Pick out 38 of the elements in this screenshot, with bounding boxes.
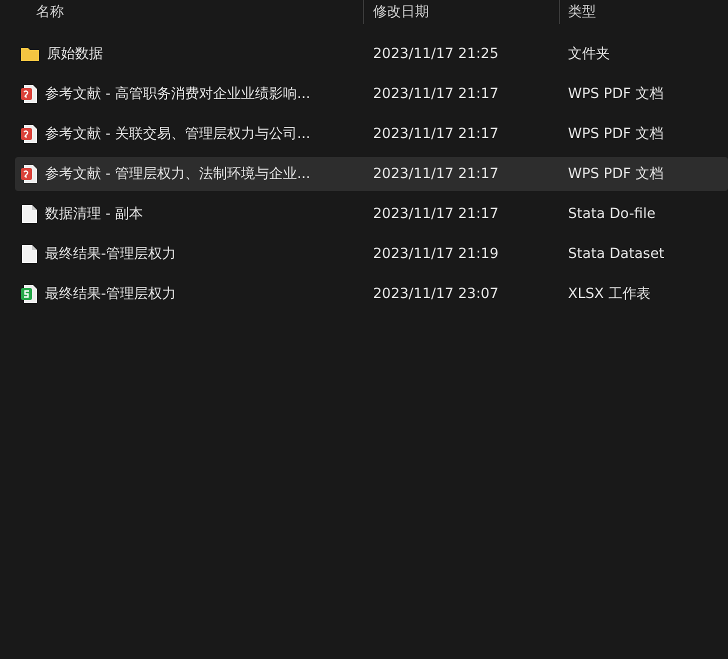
file-name: 数据清理 - 副本 <box>45 204 143 224</box>
modified-date: 2023/11/17 21:17 <box>372 84 500 104</box>
file-type: WPS PDF 文档 <box>567 124 664 144</box>
column-header[interactable]: 类型 <box>568 2 596 22</box>
file-row[interactable]: 最终结果-管理层权力 2023/11/17 21:19 Stata Dataset <box>15 237 728 271</box>
file-name: 参考文献 - 管理层权力、法制环境与企业... <box>45 164 310 184</box>
file-type: WPS PDF 文档 <box>567 84 664 104</box>
file-row[interactable]: 原始数据 2023/11/17 21:25 文件夹 <box>15 37 728 71</box>
file-type: Stata Do-file <box>567 204 656 224</box>
column-header[interactable]: 修改日期 <box>373 2 429 22</box>
file-type: WPS PDF 文档 <box>567 164 664 184</box>
modified-date: 2023/11/17 23:07 <box>372 284 500 304</box>
column-header[interactable]: 名称 <box>36 2 64 22</box>
file-name: 参考文献 - 关联交易、管理层权力与公司... <box>45 124 310 144</box>
spreadsheet-file-icon <box>20 284 38 304</box>
modified-date: 2023/11/17 21:25 <box>372 44 500 64</box>
modified-date: 2023/11/17 21:17 <box>372 204 500 224</box>
modified-date: 2023/11/17 21:17 <box>372 124 500 144</box>
pdf-file-icon <box>20 164 38 184</box>
modified-date: 2023/11/17 21:19 <box>372 244 500 264</box>
file-type: Stata Dataset <box>567 244 664 264</box>
file-name: 参考文献 - 高管职务消费对企业业绩影响... <box>45 84 310 104</box>
file-row[interactable]: 参考文献 - 关联交易、管理层权力与公司... 2023/11/17 21:17 WPS PDF 文档 <box>15 117 728 151</box>
file-row[interactable]: 参考文献 - 高管职务消费对企业业绩影响... 2023/11/17 21:17 WPS PDF 文档 <box>15 77 728 111</box>
file-name: 最终结果-管理层权力 <box>45 244 176 264</box>
file-name: 最终结果-管理层权力 <box>45 284 176 304</box>
file-icon <box>20 244 38 264</box>
pdf-file-icon <box>20 84 38 104</box>
modified-date: 2023/11/17 21:17 <box>372 164 500 184</box>
file-type: XLSX 工作表 <box>567 284 650 304</box>
pdf-file-icon <box>20 124 38 144</box>
file-row[interactable]: 参考文献 - 管理层权力、法制环境与企业... 2023/11/17 21:17 WPS PDF 文档 <box>15 157 728 191</box>
file-row[interactable]: 数据清理 - 副本 2023/11/17 21:17 Stata Do-file <box>15 197 728 231</box>
file-icon <box>20 204 38 224</box>
file-name: 原始数据 <box>47 44 103 64</box>
folder-icon <box>20 46 40 62</box>
file-row[interactable]: 最终结果-管理层权力 2023/11/17 23:07 XLSX 工作表 <box>15 277 728 311</box>
file-type: 文件夹 <box>567 44 610 64</box>
